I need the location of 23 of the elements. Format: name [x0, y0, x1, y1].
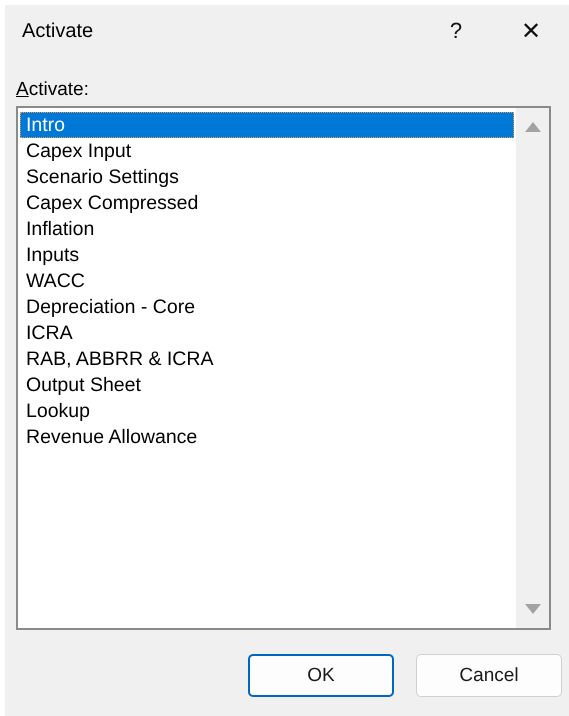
sheet-item[interactable]: Depreciation - Core	[20, 294, 514, 320]
sheet-item[interactable]: Intro	[20, 112, 514, 138]
sheet-item[interactable]: Capex Compressed	[20, 190, 514, 216]
help-button[interactable]: ?	[441, 18, 471, 44]
list-label: Activate:	[16, 79, 90, 101]
cancel-button[interactable]: Cancel	[416, 654, 562, 697]
sheet-item[interactable]: Output Sheet	[20, 372, 514, 398]
sheet-item[interactable]: Lookup	[20, 398, 514, 424]
sheet-item[interactable]: Inflation	[20, 216, 514, 242]
sheet-item[interactable]: RAB, ABBRR & ICRA	[20, 346, 514, 372]
window-title: Activate	[22, 20, 94, 42]
close-button[interactable]: ✕	[511, 16, 551, 46]
scroll-up-icon[interactable]	[524, 122, 540, 132]
ok-button[interactable]: OK	[248, 654, 394, 697]
sheet-item[interactable]: WACC	[20, 268, 514, 294]
sheet-item[interactable]: Inputs	[20, 242, 514, 268]
sheet-item[interactable]: ICRA	[20, 320, 514, 346]
sheet-list[interactable]: Intro Capex Input Scenario Settings Capex Compressed Inflation Inputs WACC Depreciation - Core ICRA RAB, ABBRR & ICRA Output Sheet Lookup Revenue Allowance	[16, 106, 551, 630]
scroll-down-icon[interactable]	[524, 604, 540, 614]
sheet-item[interactable]: Capex Input	[20, 138, 514, 164]
scrollbar[interactable]	[516, 108, 549, 628]
sheet-item[interactable]: Revenue Allowance	[20, 424, 514, 450]
sheet-item[interactable]: Scenario Settings	[20, 164, 514, 190]
